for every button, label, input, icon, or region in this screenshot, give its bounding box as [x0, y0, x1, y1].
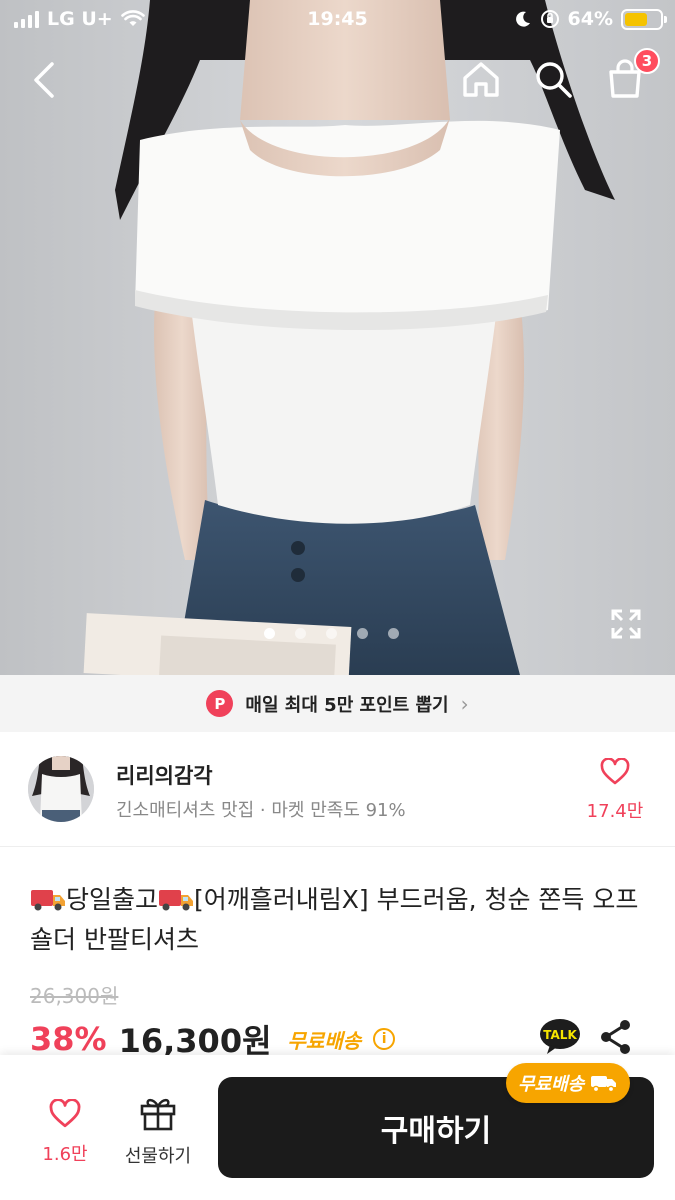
- gallery-dot[interactable]: [326, 628, 337, 639]
- battery-fill: [625, 12, 647, 26]
- truck-icon: [159, 890, 194, 911]
- talk-bubble-icon: TALK: [540, 1019, 580, 1054]
- product-like-button[interactable]: 1.6만: [30, 1098, 100, 1166]
- expand-button[interactable]: [606, 604, 646, 644]
- bottom-action-bar: 1.6만 선물하기 구매하기 무료배송: [0, 1055, 675, 1200]
- search-button[interactable]: [530, 56, 576, 102]
- info-icon[interactable]: i: [373, 1028, 396, 1050]
- product-image-gallery[interactable]: LG U+ 19:45 64% 3: [0, 0, 675, 675]
- kakao-talk-button[interactable]: TALK: [538, 1018, 582, 1054]
- gallery-dot[interactable]: [357, 628, 368, 639]
- shop-avatar[interactable]: [28, 756, 94, 822]
- home-icon: [463, 62, 499, 97]
- gallery-dot[interactable]: [388, 628, 399, 639]
- share-icon: [601, 1020, 630, 1054]
- gift-label: 선물하기: [124, 1146, 192, 1167]
- gift-icon: [140, 1098, 176, 1131]
- product-like-count: 1.6만: [42, 1144, 88, 1165]
- expand-icon: [611, 609, 641, 639]
- shop-description: 긴소매티셔츠 맛집 · 마켓 만족도 91%: [116, 800, 406, 821]
- free-shipping-label: 무료배송: [287, 1028, 362, 1053]
- product-title: 당일출고 [어깨흘러내림X] 부드러움, 청순 쫀득 오프숄더 반팔티셔츠: [30, 880, 650, 960]
- search-icon: [536, 62, 572, 98]
- moon-icon: [515, 11, 530, 27]
- points-event-banner[interactable]: P 매일 최대 5만 포인트 뽑기 ›: [0, 675, 675, 732]
- gallery-dot[interactable]: [264, 628, 275, 639]
- product-detail-page: LG U+ 19:45 64% 3 P 매일 최대 5만 포인트 뽑기 › 리리…: [0, 0, 675, 1200]
- home-button[interactable]: [458, 56, 504, 102]
- shop-info[interactable]: 리리의감각 긴소매티셔츠 맛집 · 마켓 만족도 91% 17.4만: [0, 732, 675, 847]
- share-button[interactable]: [598, 1018, 634, 1060]
- discount-rate: 38%: [30, 1020, 107, 1058]
- product-title-tag: 당일출고: [66, 885, 159, 914]
- shop-like-button[interactable]: 17.4만: [585, 757, 645, 823]
- free-shipping-tag: 무료배송: [506, 1063, 631, 1103]
- points-banner-text: 매일 최대 5만 포인트 뽑기: [245, 694, 449, 716]
- gallery-dots: [0, 628, 675, 639]
- heart-icon: [49, 1098, 81, 1128]
- battery-percent: 64%: [567, 8, 613, 30]
- status-bar: LG U+ 19:45 64%: [0, 0, 675, 40]
- talk-label: TALK: [543, 1028, 577, 1042]
- truck-icon: [591, 1076, 617, 1093]
- heart-icon: [600, 757, 630, 785]
- points-badge: P: [206, 690, 234, 717]
- battery-icon: [621, 8, 667, 30]
- gift-button[interactable]: 선물하기: [116, 1095, 200, 1168]
- back-button[interactable]: [22, 58, 66, 102]
- cart-count-badge: 3: [634, 48, 660, 74]
- chevron-right-icon: ›: [460, 691, 469, 716]
- back-arrow-icon: [34, 62, 54, 98]
- truck-icon: [31, 890, 65, 911]
- gallery-dot[interactable]: [295, 628, 306, 639]
- orientation-lock-icon: [540, 10, 559, 28]
- shop-like-count: 17.4만: [586, 801, 644, 822]
- original-price: 26,300원: [30, 984, 119, 1008]
- shop-avatar-image: [28, 756, 94, 822]
- cart-button[interactable]: 3: [602, 48, 660, 102]
- free-shipping-tag-label: 무료배송: [518, 1074, 585, 1095]
- status-right: 64%: [514, 8, 667, 30]
- shop-name[interactable]: 리리의감각: [116, 760, 213, 790]
